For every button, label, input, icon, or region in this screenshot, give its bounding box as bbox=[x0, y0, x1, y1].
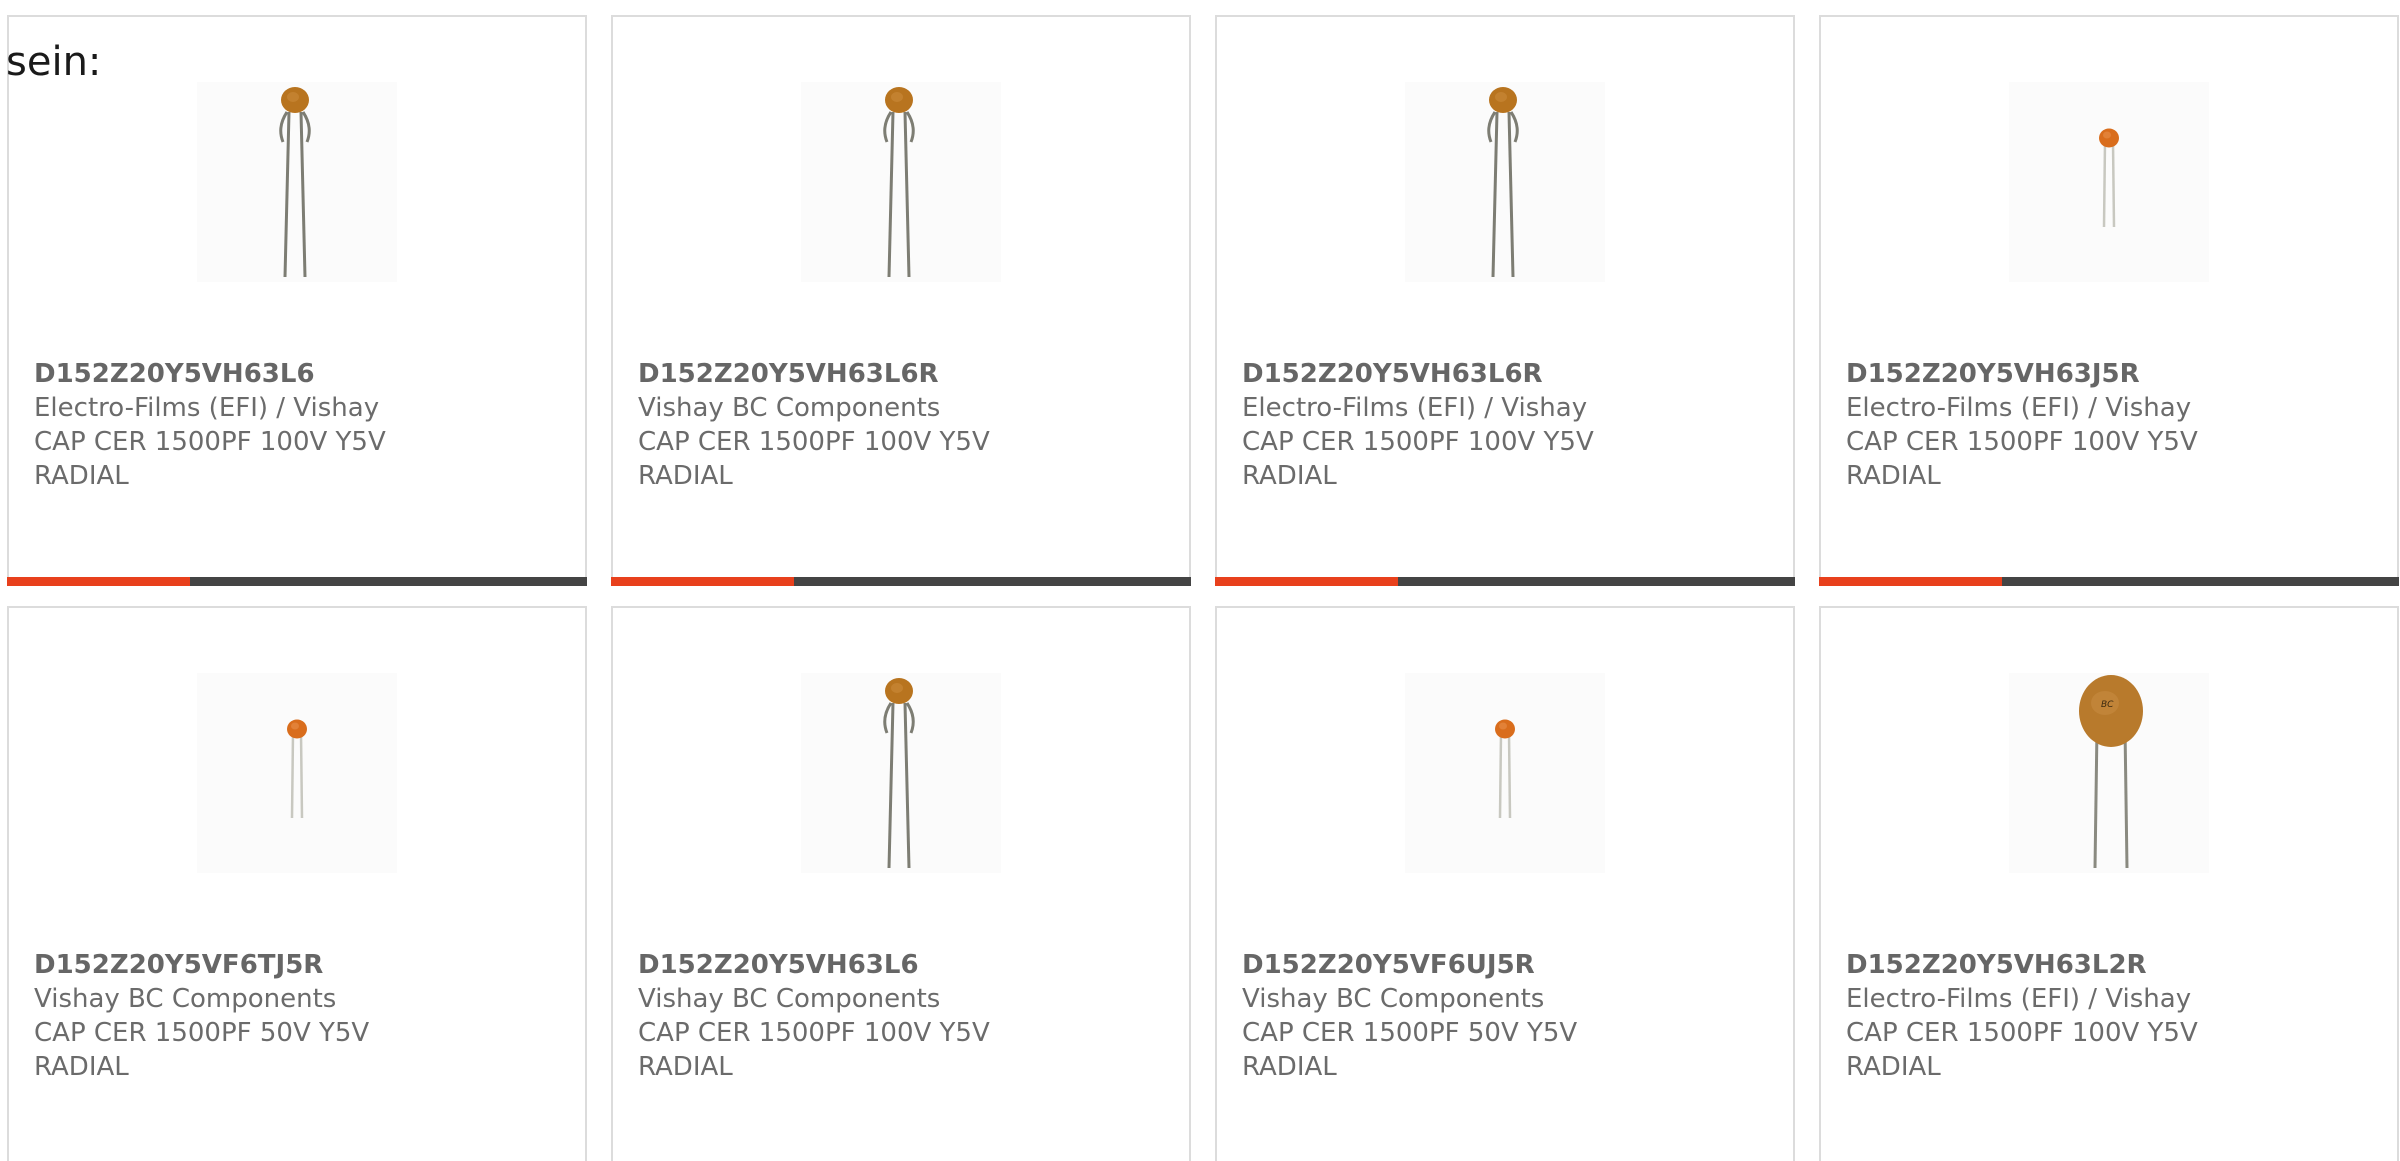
manufacturer-label: Vishay BC Components bbox=[1242, 984, 1545, 1014]
manufacturer-label: Electro-Films (EFI) / Vishay bbox=[1846, 984, 2192, 1014]
description-label: CAP CER 1500PF 100V Y5V bbox=[1242, 427, 1594, 457]
description-label: CAP CER 1500PF 50V Y5V bbox=[1242, 1018, 1578, 1048]
description-label: CAP CER 1500PF 100V Y5V bbox=[34, 427, 386, 457]
product-grid-row-2: D152Z20Y5VF6TJ5R Vishay BC Components CA… bbox=[7, 606, 2400, 1161]
description-label: RADIAL bbox=[34, 461, 129, 491]
product-card[interactable]: D152Z20Y5VH63L6R Electro-Films (EFI) / V… bbox=[1215, 15, 1795, 586]
product-image[interactable]: BC bbox=[2009, 673, 2209, 873]
card-accent-bar bbox=[7, 577, 190, 586]
product-card[interactable]: D152Z20Y5VH63J5R Electro-Films (EFI) / V… bbox=[1819, 15, 2399, 586]
manufacturer-label: Electro-Films (EFI) / Vishay bbox=[34, 393, 380, 423]
part-number-link[interactable]: D152Z20Y5VH63L2R bbox=[1846, 948, 2377, 982]
capacitor-long-leads-icon bbox=[883, 87, 915, 278]
part-number-link[interactable]: D152Z20Y5VF6TJ5R bbox=[34, 948, 565, 982]
description-label: CAP CER 1500PF 50V Y5V bbox=[34, 1018, 370, 1048]
product-card[interactable]: D152Z20Y5VH63L6R Vishay BC Components CA… bbox=[611, 15, 1191, 586]
product-listing-page: sein: D152Z20Y5VH63L6 Electro-Films (EFI… bbox=[0, 0, 2400, 1161]
capacitor-long-leads-icon bbox=[279, 87, 311, 278]
card-bottom-bar bbox=[1819, 577, 2399, 586]
intro-text: sein: bbox=[6, 39, 102, 85]
part-number-link[interactable]: D152Z20Y5VH63J5R bbox=[1846, 357, 2377, 391]
part-number-link[interactable]: D152Z20Y5VH63L6R bbox=[1242, 357, 1773, 391]
product-card[interactable]: D152Z20Y5VF6TJ5R Vishay BC Components CA… bbox=[7, 606, 587, 1161]
product-grid: D152Z20Y5VH63L6 Electro-Films (EFI) / Vi… bbox=[7, 15, 2400, 586]
description-label: CAP CER 1500PF 100V Y5V bbox=[1846, 427, 2198, 457]
part-number-link[interactable]: D152Z20Y5VH63L6 bbox=[638, 948, 1169, 982]
manufacturer-label: Vishay BC Components bbox=[638, 393, 941, 423]
part-number-link[interactable]: D152Z20Y5VH63L6R bbox=[638, 357, 1169, 391]
product-image[interactable] bbox=[197, 82, 397, 282]
manufacturer-label: Electro-Films (EFI) / Vishay bbox=[1242, 393, 1588, 423]
card-accent-bar bbox=[611, 577, 794, 586]
capacitor-small-icon bbox=[1495, 719, 1515, 819]
manufacturer-label: Vishay BC Components bbox=[34, 984, 337, 1014]
svg-text:BC: BC bbox=[2101, 700, 2114, 710]
capacitor-long-leads-icon bbox=[883, 678, 915, 869]
capacitor-disc-icon: BC bbox=[2079, 675, 2143, 869]
product-card[interactable]: BC D152Z20Y5VH63L2R Electro-Films (EFI) … bbox=[1819, 606, 2399, 1161]
description-label: RADIAL bbox=[1242, 461, 1337, 491]
description-label: CAP CER 1500PF 100V Y5V bbox=[638, 427, 990, 457]
description-label: CAP CER 1500PF 100V Y5V bbox=[1846, 1018, 2198, 1048]
product-image[interactable] bbox=[1405, 673, 1605, 873]
capacitor-small-icon bbox=[2099, 128, 2119, 228]
product-image[interactable] bbox=[2009, 82, 2209, 282]
capacitor-small-icon bbox=[287, 719, 307, 819]
card-bottom-bar bbox=[611, 577, 1191, 586]
product-card[interactable]: D152Z20Y5VH63L6 Electro-Films (EFI) / Vi… bbox=[7, 15, 587, 586]
description-label: RADIAL bbox=[34, 1052, 129, 1082]
description-label: RADIAL bbox=[1846, 1052, 1941, 1082]
card-accent-bar bbox=[1819, 577, 2002, 586]
product-image[interactable] bbox=[801, 82, 1001, 282]
part-number-link[interactable]: D152Z20Y5VH63L6 bbox=[34, 357, 565, 391]
description-label: RADIAL bbox=[1846, 461, 1941, 491]
product-card[interactable]: D152Z20Y5VF6UJ5R Vishay BC Components CA… bbox=[1215, 606, 1795, 1161]
card-bottom-bar bbox=[1215, 577, 1795, 586]
card-bottom-bar bbox=[7, 577, 587, 586]
part-number-link[interactable]: D152Z20Y5VF6UJ5R bbox=[1242, 948, 1773, 982]
product-image[interactable] bbox=[801, 673, 1001, 873]
product-image[interactable] bbox=[197, 673, 397, 873]
manufacturer-label: Vishay BC Components bbox=[638, 984, 941, 1014]
manufacturer-label: Electro-Films (EFI) / Vishay bbox=[1846, 393, 2192, 423]
capacitor-long-leads-icon bbox=[1487, 87, 1519, 278]
description-label: RADIAL bbox=[638, 461, 733, 491]
product-image[interactable] bbox=[1405, 82, 1605, 282]
card-accent-bar bbox=[1215, 577, 1398, 586]
product-card[interactable]: D152Z20Y5VH63L6 Vishay BC Components CAP… bbox=[611, 606, 1191, 1161]
description-label: RADIAL bbox=[638, 1052, 733, 1082]
description-label: CAP CER 1500PF 100V Y5V bbox=[638, 1018, 990, 1048]
description-label: RADIAL bbox=[1242, 1052, 1337, 1082]
